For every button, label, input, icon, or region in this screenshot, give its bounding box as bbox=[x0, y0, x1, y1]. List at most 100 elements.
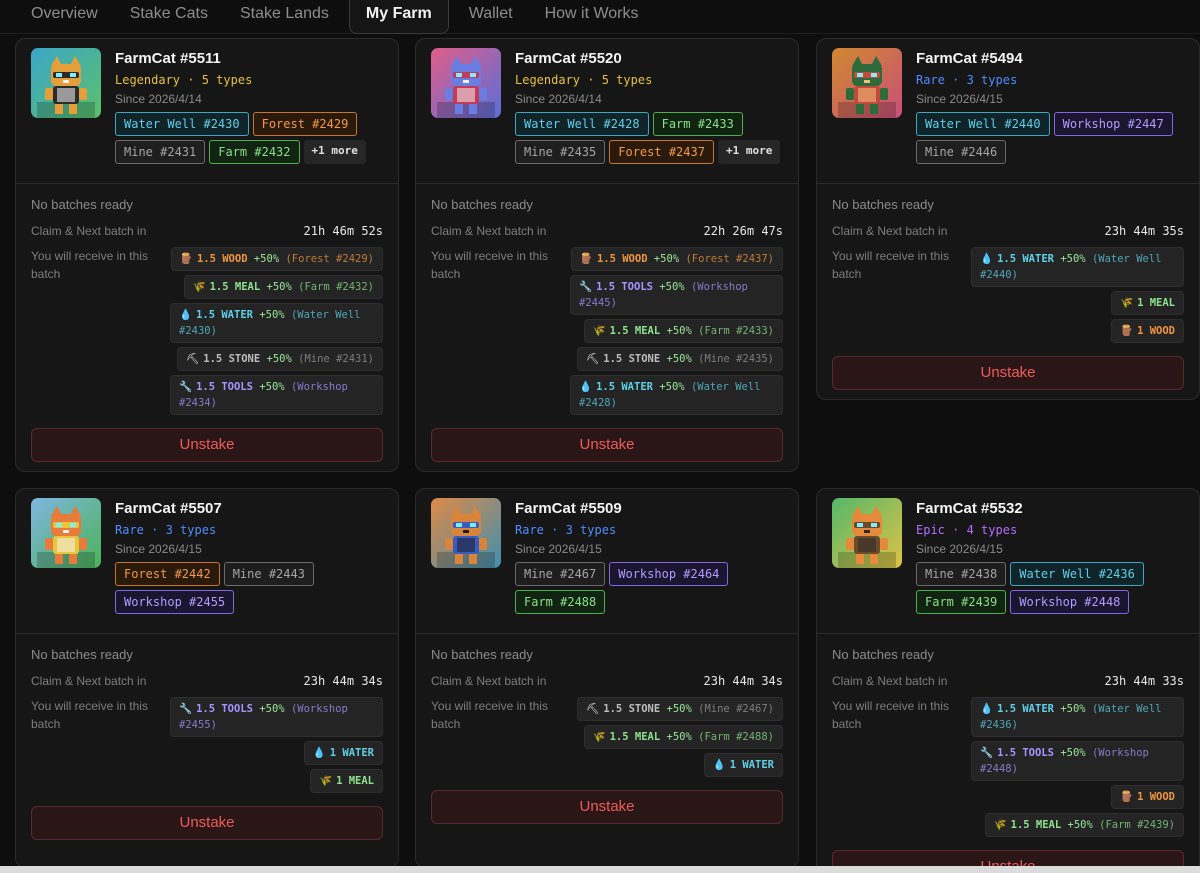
rarity-line: Epic · 4 types bbox=[916, 523, 1018, 537]
land-chip-water: Water Well #2428 bbox=[515, 112, 649, 136]
water-icon: 💧 bbox=[179, 309, 193, 321]
water-icon: 💧 bbox=[712, 759, 726, 771]
land-chip-workshop: Workshop #2448 bbox=[1010, 590, 1130, 614]
land-chip-farm: Farm #2433 bbox=[652, 112, 743, 136]
claim-label: Claim & Next batch in bbox=[431, 674, 547, 688]
card-header-info: FarmCat #5532 Epic · 4 types Since 2026/… bbox=[916, 498, 1184, 633]
receive-section: You will receive in this batch 🔧 1.5 TOOL… bbox=[31, 697, 383, 793]
card-body: No batches ready Claim & Next batch in 2… bbox=[416, 184, 798, 471]
unstake-button[interactable]: Unstake bbox=[31, 428, 383, 462]
countdown-timer: 23h 44m 34s bbox=[703, 674, 783, 688]
card-header-info: FarmCat #5520 Legendary · 5 types Since … bbox=[515, 48, 783, 183]
reward-item: 🔧 1.5 TOOLS +50% (Workshop #2434) bbox=[170, 375, 383, 415]
land-chip-farm: Farm #2439 bbox=[916, 590, 1007, 614]
tab-my-farm[interactable]: My Farm bbox=[348, 0, 449, 34]
reward-boost: +50% bbox=[259, 309, 285, 321]
receive-label: You will receive in this batch bbox=[431, 699, 548, 731]
cat-name: FarmCat #5532 bbox=[916, 500, 1023, 517]
reward-boost: +50% bbox=[253, 253, 280, 265]
reward-source: (Mine #2431) bbox=[298, 353, 374, 365]
unstake-button[interactable]: Unstake bbox=[431, 428, 783, 462]
land-chip-mine: Mine #2438 bbox=[916, 562, 1007, 586]
meal-icon: 🌾 bbox=[1119, 297, 1134, 309]
reward-list: 🔧 1.5 TOOLS +50% (Workshop #2455) 💧 1 WATER… bbox=[169, 697, 383, 793]
land-chips: Mine #2467 Workshop #2464 Farm #2488 bbox=[515, 562, 783, 614]
window-bottom-edge bbox=[0, 866, 1200, 873]
land-chip-workshop: Workshop #2455 bbox=[115, 590, 235, 614]
tab-wallet[interactable]: Wallet bbox=[453, 0, 529, 34]
wood-icon: 🪵 bbox=[1119, 791, 1134, 803]
claim-row: Claim & Next batch in 23h 44m 34s bbox=[31, 673, 383, 689]
cat-avatar bbox=[31, 498, 101, 568]
tab-stake-cats[interactable]: Stake Cats bbox=[114, 0, 224, 34]
wood-icon: 🪵 bbox=[1119, 325, 1134, 337]
reward-item: 💧 1.5 WATER +50% (Water Well #2428) bbox=[570, 375, 783, 415]
reward-amount: 1.5 STONE bbox=[203, 353, 261, 365]
reward-source: (Farm #2433) bbox=[698, 325, 774, 337]
land-chip-mine: Mine #2443 bbox=[223, 562, 314, 586]
cat-avatar bbox=[431, 48, 501, 118]
reward-amount: 1.5 STONE bbox=[603, 353, 661, 365]
tools-icon: 🔧 bbox=[579, 281, 593, 293]
water-icon: 💧 bbox=[312, 747, 326, 759]
land-chip-workshop: Workshop #2447 bbox=[1053, 112, 1173, 136]
land-chip-water: Water Well #2430 bbox=[115, 112, 249, 136]
water-icon: 💧 bbox=[980, 253, 994, 265]
reward-list: 💧 1.5 WATER +50% (Water Well #2440) 🌾 1 MEA… bbox=[970, 247, 1184, 343]
rarity-line: Legendary · 5 types bbox=[115, 73, 253, 87]
tools-icon: 🔧 bbox=[179, 381, 193, 393]
receive-section: You will receive in this batch 🪵 1.5 WOOD… bbox=[431, 247, 783, 415]
reward-item: 🪵 1 WOOD bbox=[1110, 319, 1184, 343]
rarity-line: Legendary · 5 types bbox=[515, 73, 653, 87]
reward-list: 💧 1.5 WATER +50% (Water Well #2436) 🔧 1.5 T… bbox=[970, 697, 1184, 837]
reward-amount: 1.5 WATER bbox=[196, 309, 253, 321]
land-chip-more[interactable]: +1 more bbox=[303, 140, 366, 164]
farm-cat-card: FarmCat #5507 Rare · 3 types Since 2026/… bbox=[15, 488, 399, 868]
land-chips: Water Well #2430 Forest #2429 Mine #2431 Fa… bbox=[115, 112, 383, 164]
tools-icon: 🔧 bbox=[179, 703, 193, 715]
reward-boost: +50% bbox=[1060, 703, 1086, 715]
reward-amount: 1 MEAL bbox=[336, 775, 374, 787]
meal-icon: 🌾 bbox=[592, 325, 606, 337]
tab-overview[interactable]: Overview bbox=[0, 0, 114, 34]
types-count: 5 types bbox=[601, 73, 653, 87]
tab-stake-lands[interactable]: Stake Lands bbox=[224, 0, 345, 34]
unstake-button[interactable]: Unstake bbox=[431, 790, 783, 824]
batch-status: No batches ready bbox=[31, 197, 133, 212]
claim-label: Claim & Next batch in bbox=[832, 674, 948, 688]
land-chip-mine: Mine #2431 bbox=[115, 140, 206, 164]
card-body: No batches ready Claim & Next batch in 2… bbox=[817, 634, 1199, 873]
farm-cat-card: FarmCat #5520 Legendary · 5 types Since … bbox=[415, 38, 799, 472]
types-count: 3 types bbox=[966, 73, 1018, 87]
reward-item: 🌾 1.5 MEAL +50% (Farm #2439) bbox=[984, 813, 1184, 837]
land-chips: Water Well #2428 Farm #2433 Mine #2435 Fore… bbox=[515, 112, 783, 164]
types-count: 3 types bbox=[565, 523, 617, 537]
reward-item: 🪵 1.5 WOOD +50% (Forest #2437) bbox=[570, 247, 783, 271]
land-chip-mine: Mine #2435 bbox=[515, 140, 606, 164]
tab-how-it-works[interactable]: How it Works bbox=[529, 0, 655, 34]
receive-section: You will receive in this batch ⛏ 1.5 STON… bbox=[431, 697, 783, 777]
wood-icon: 🪵 bbox=[179, 253, 193, 265]
reward-source: (Mine #2435) bbox=[698, 353, 774, 365]
receive-section: You will receive in this batch 💧 1.5 WATE… bbox=[832, 247, 1184, 343]
reward-amount: 1 MEAL bbox=[1137, 297, 1175, 309]
receive-section: You will receive in this batch 💧 1.5 WATE… bbox=[832, 697, 1184, 837]
reward-item: 🔧 1.5 TOOLS +50% (Workshop #2445) bbox=[570, 275, 783, 315]
land-chip-more[interactable]: +1 more bbox=[717, 140, 781, 164]
reward-source: (Mine #2467) bbox=[698, 703, 774, 715]
batch-status: No batches ready bbox=[431, 197, 533, 212]
rarity-line: Rare · 3 types bbox=[115, 523, 217, 537]
reward-list: ⛏ 1.5 STONE +50% (Mine #2467) 🌾 1.5 MEAL +5… bbox=[569, 697, 783, 777]
cat-name: FarmCat #5509 bbox=[515, 500, 622, 517]
unstake-button[interactable]: Unstake bbox=[31, 806, 383, 840]
cat-avatar bbox=[31, 48, 101, 118]
land-chip-forest: Forest #2429 bbox=[252, 112, 358, 136]
staked-since: Since 2026/4/14 bbox=[115, 92, 202, 106]
reward-boost: +50% bbox=[266, 281, 292, 293]
reward-boost: +50% bbox=[1060, 747, 1086, 759]
countdown-timer: 23h 44m 33s bbox=[1104, 674, 1184, 688]
batch-status: No batches ready bbox=[832, 197, 934, 212]
unstake-button[interactable]: Unstake bbox=[832, 356, 1184, 390]
reward-amount: 1.5 STONE bbox=[603, 703, 661, 715]
card-body: No batches ready Claim & Next batch in 2… bbox=[16, 634, 398, 852]
